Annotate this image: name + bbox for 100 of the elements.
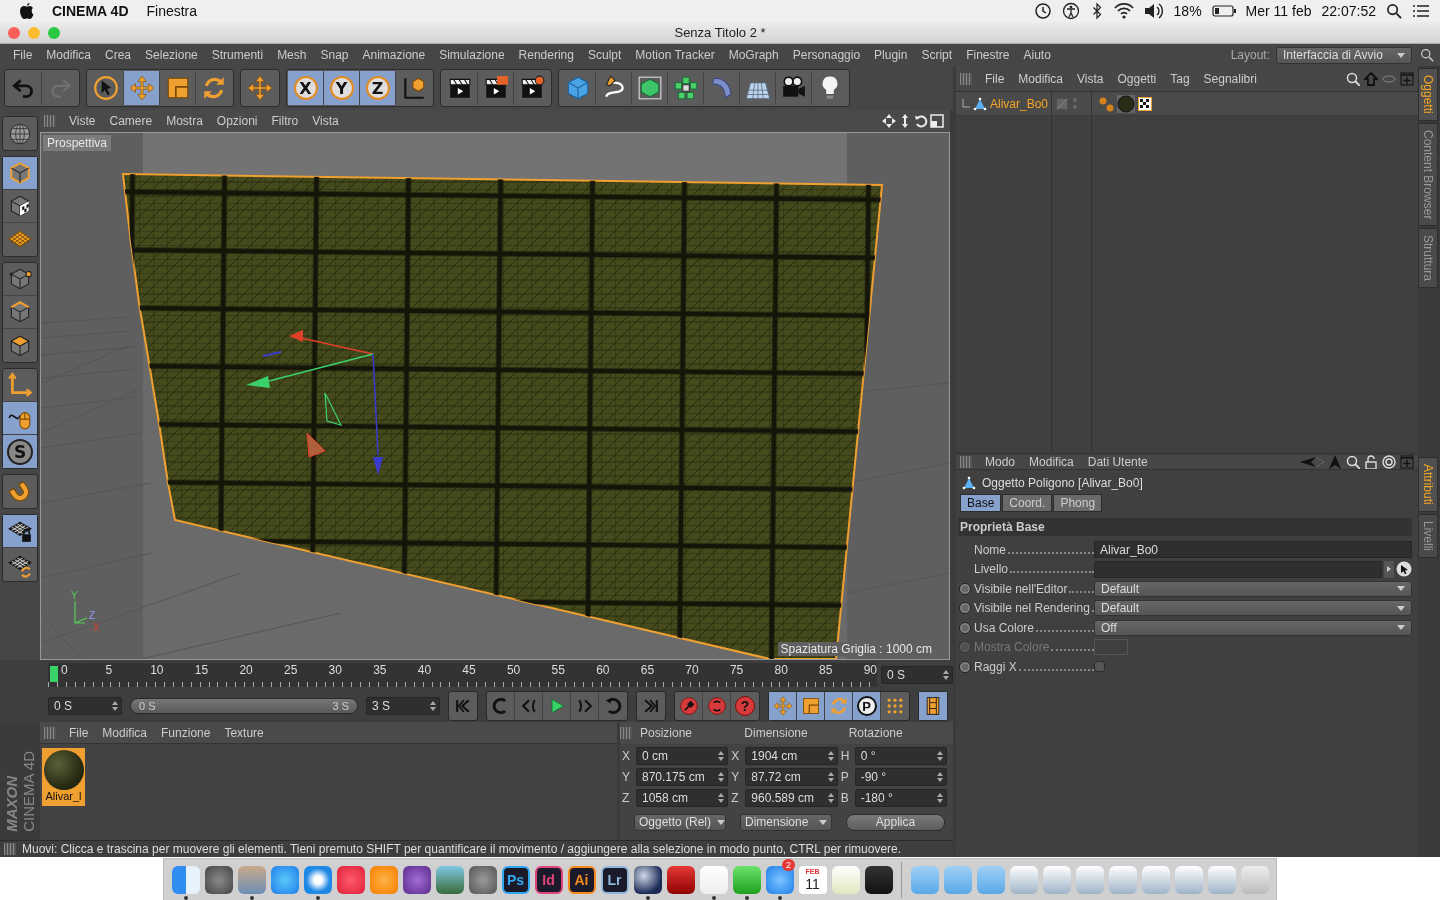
menu-item[interactable]: Dati Utente: [1080, 455, 1155, 469]
panel-grip-icon[interactable]: [4, 843, 16, 855]
menu-item[interactable]: Vista: [1070, 71, 1111, 86]
window-thumbnail[interactable]: [1042, 865, 1071, 894]
menu-item[interactable]: Mesh: [270, 48, 314, 62]
playback-button[interactable]: [797, 692, 825, 720]
number-field[interactable]: -180 °: [854, 788, 947, 807]
zoom-button[interactable]: [48, 26, 60, 39]
size-mode-dropdown[interactable]: Dimensione: [740, 813, 832, 831]
app-icon[interactable]: Ai: [567, 865, 596, 894]
menu-item[interactable]: Motion Tracker: [628, 48, 722, 62]
side-tab[interactable]: Attributi: [1418, 457, 1438, 512]
app-menu[interactable]: CINEMA 4D: [52, 3, 129, 19]
menu-item[interactable]: Segnalibri: [1196, 71, 1264, 86]
number-field[interactable]: 0 cm: [636, 746, 729, 765]
app-icon[interactable]: Id: [534, 865, 563, 894]
window-thumbnail[interactable]: [1009, 865, 1038, 894]
keyframe-radio[interactable]: [959, 582, 971, 595]
menu-item[interactable]: Personaggio: [785, 48, 868, 62]
app-icon[interactable]: [666, 865, 695, 894]
playback-button[interactable]: P: [853, 692, 881, 720]
menu-item[interactable]: Modo: [978, 455, 1023, 469]
window-thumbnail[interactable]: [1174, 865, 1203, 894]
menu-item[interactable]: Aiuto: [1016, 48, 1058, 62]
menu-item[interactable]: Selezione: [138, 48, 205, 62]
window-thumbnail[interactable]: [1207, 865, 1236, 894]
end-frame-field[interactable]: 3 S: [366, 697, 440, 715]
menu-item[interactable]: Sculpt: [580, 48, 629, 62]
link-field[interactable]: [1094, 560, 1382, 578]
number-field[interactable]: 960.589 cm: [745, 788, 838, 807]
menu-item[interactable]: Rendering: [511, 48, 581, 62]
axis-lock-button[interactable]: X: [288, 71, 324, 105]
mode-dropdown[interactable]: Oggetto (Rel): [634, 813, 726, 831]
side-tab[interactable]: Content Browser: [1418, 122, 1438, 227]
menu-item[interactable]: File: [978, 71, 1012, 86]
tool-button[interactable]: [3, 515, 37, 548]
menu-item[interactable]: MoGraph: [721, 48, 786, 62]
layout-dropdown[interactable]: Interfaccia di Avvio: [1276, 46, 1412, 64]
keyframe-radio[interactable]: [959, 621, 971, 634]
menu-item[interactable]: Filtro: [264, 114, 306, 128]
menu-item[interactable]: Script: [914, 48, 960, 62]
text-field[interactable]: Alivar_Bo0: [1094, 541, 1412, 559]
menu-item[interactable]: Vista: [305, 114, 346, 128]
menu-item[interactable]: Tag: [1163, 71, 1197, 86]
menu-item[interactable]: Finestre: [959, 48, 1017, 62]
menu-item[interactable]: File: [62, 725, 96, 740]
timeline-ruler[interactable]: 0 5 10 15 20 25 30 35 40 45 50 55 60 65 70 75 80 85 90: [48, 663, 878, 687]
menu-item[interactable]: Modifica: [1011, 71, 1071, 86]
frame-field[interactable]: 0 S: [881, 666, 954, 684]
axis-lock-button[interactable]: Z: [360, 71, 396, 105]
menu-item[interactable]: Snap: [313, 48, 356, 62]
apply-button[interactable]: Applica: [846, 813, 945, 831]
menu-item[interactable]: Simulazione: [432, 48, 512, 62]
keyframe-radio[interactable]: [959, 602, 971, 615]
number-field[interactable]: 87.72 cm: [745, 767, 838, 786]
color-swatch[interactable]: [1094, 639, 1128, 656]
side-tab[interactable]: Struttura: [1418, 228, 1438, 289]
playback-button[interactable]: [825, 692, 853, 720]
playback-button[interactable]: [769, 692, 797, 720]
axis-lock-button[interactable]: Y: [324, 71, 360, 105]
panel-grip-icon[interactable]: [620, 727, 632, 739]
number-field[interactable]: 870.175 cm: [636, 767, 729, 786]
close-button[interactable]: [8, 26, 20, 39]
window-thumbnail[interactable]: [1108, 865, 1137, 894]
tab[interactable]: Base: [960, 494, 1002, 512]
panel-grip-icon[interactable]: [44, 115, 56, 127]
app-icon[interactable]: [402, 865, 431, 894]
menu-item[interactable]: File: [6, 48, 40, 62]
menu-item[interactable]: Oggetti: [1110, 71, 1164, 86]
expand-button[interactable]: [1384, 560, 1394, 578]
number-field[interactable]: 1904 cm: [745, 746, 838, 765]
app-icon[interactable]: [864, 865, 893, 894]
number-field[interactable]: 1058 cm: [636, 788, 729, 807]
dropdown[interactable]: Default: [1094, 580, 1412, 597]
material-swatch[interactable]: Alivar_l: [42, 748, 85, 806]
app-icon[interactable]: [633, 865, 662, 894]
tool-button[interactable]: S: [3, 435, 37, 468]
playback-button[interactable]: [919, 692, 947, 720]
window-thumbnail[interactable]: [1141, 865, 1170, 894]
panel-grip-icon[interactable]: [44, 726, 56, 739]
menu-item[interactable]: Crea: [98, 48, 139, 62]
menu-item[interactable]: Opzioni: [209, 114, 265, 128]
number-field[interactable]: 0 °: [854, 746, 947, 765]
keyframe-radio[interactable]: [959, 660, 971, 673]
app-icon[interactable]: Ps: [501, 865, 530, 894]
dropdown[interactable]: Default: [1094, 600, 1412, 617]
apple-icon[interactable]: [20, 3, 34, 19]
menu-item[interactable]: Modifica: [1022, 455, 1081, 469]
menu-item[interactable]: Texture: [217, 725, 271, 740]
menu-item[interactable]: Animazione: [355, 48, 433, 62]
menu-item[interactable]: Mostra: [159, 114, 210, 128]
menu-item[interactable]: Modifica: [95, 725, 155, 740]
window-thumbnail[interactable]: [1075, 865, 1104, 894]
tab[interactable]: Phong: [1053, 494, 1103, 512]
menu-item[interactable]: Camere: [102, 114, 160, 128]
side-tab[interactable]: Livelli: [1418, 513, 1438, 558]
panel-grip-icon[interactable]: [960, 456, 972, 468]
menu-item[interactable]: Viste: [62, 114, 103, 128]
dropdown[interactable]: Off: [1094, 619, 1412, 636]
side-tab[interactable]: Oggetti: [1418, 68, 1438, 121]
